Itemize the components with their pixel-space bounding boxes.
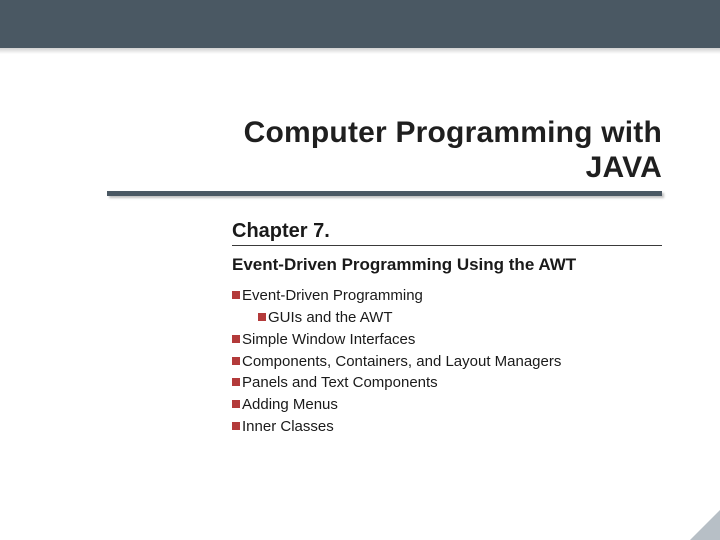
square-bullet-icon xyxy=(232,357,240,365)
list-item-label: Panels and Text Components xyxy=(242,374,438,391)
square-bullet-icon xyxy=(232,400,240,408)
square-bullet-icon xyxy=(232,422,240,430)
bullet-list: Event-Driven Programming GUIs and the AWT… xyxy=(232,285,662,437)
list-item: GUIs and the AWT xyxy=(258,307,662,329)
slide: Computer Programming with JAVA Chapter 7… xyxy=(0,0,720,540)
list-item-label: Event-Driven Programming xyxy=(242,287,423,304)
title-block: Computer Programming with JAVA xyxy=(107,116,662,196)
chapter-heading: Chapter 7. xyxy=(232,220,662,243)
top-bar xyxy=(0,0,720,48)
list-item: Event-Driven Programming xyxy=(232,285,662,307)
list-item-label: Components, Containers, and Layout Manag… xyxy=(242,353,561,370)
title-rule xyxy=(107,191,662,196)
top-bar-shadow xyxy=(0,48,720,54)
list-item-label: Simple Window Interfaces xyxy=(242,331,415,348)
list-item: Inner Classes xyxy=(232,416,662,438)
slide-title: Computer Programming with JAVA xyxy=(107,116,662,185)
list-item: Simple Window Interfaces xyxy=(232,329,662,351)
list-item: Components, Containers, and Layout Manag… xyxy=(232,351,662,373)
title-line-2: JAVA xyxy=(586,151,662,184)
title-line-1: Computer Programming with xyxy=(244,116,662,149)
list-item: Adding Menus xyxy=(232,394,662,416)
list-item-label: GUIs and the AWT xyxy=(268,309,393,326)
list-item-label: Inner Classes xyxy=(242,418,334,435)
square-bullet-icon xyxy=(232,378,240,386)
square-bullet-icon xyxy=(232,291,240,299)
chapter-subtitle: Event-Driven Programming Using the AWT xyxy=(232,254,662,275)
list-item-label: Adding Menus xyxy=(242,396,338,413)
square-bullet-icon xyxy=(258,313,266,321)
list-item: Panels and Text Components xyxy=(232,372,662,394)
content-block: Chapter 7. Event-Driven Programming Usin… xyxy=(232,220,662,438)
square-bullet-icon xyxy=(232,335,240,343)
corner-notch-icon xyxy=(690,510,720,540)
chapter-rule xyxy=(232,245,662,246)
